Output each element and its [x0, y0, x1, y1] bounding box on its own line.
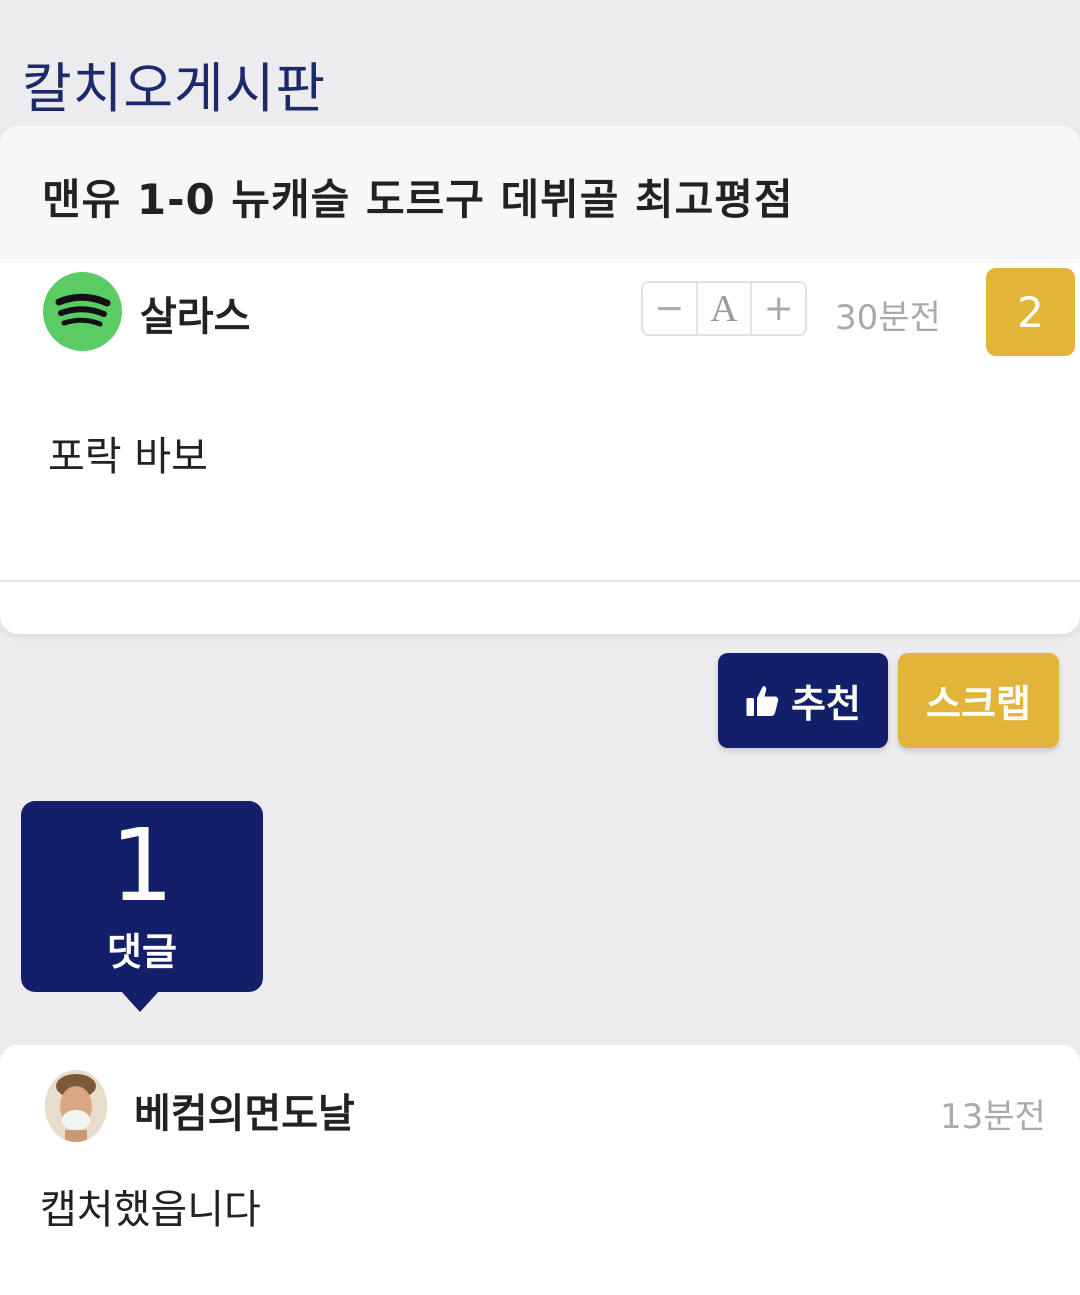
- commenter-photo: [45, 1070, 107, 1142]
- font-decrease-button[interactable]: −: [643, 283, 698, 334]
- post-title: 맨유 1-0 뉴캐슬 도르구 데뷔골 최고평점: [42, 175, 794, 224]
- spotify-logo-svg: [55, 293, 111, 327]
- post-title-bar: 맨유 1-0 뉴캐슬 도르구 데뷔골 최고평점: [0, 126, 1080, 263]
- commenter-avatar[interactable]: [45, 1070, 107, 1142]
- comment-count-label: 댓글: [107, 930, 177, 974]
- comment-text: 캡처했읍니다: [40, 1187, 261, 1233]
- divider: [0, 580, 1080, 582]
- font-reset-button[interactable]: A: [698, 283, 753, 334]
- recommend-count-badge: 2: [986, 268, 1075, 356]
- comment-count: 1: [110, 807, 174, 924]
- scrap-button[interactable]: 스크랩: [898, 653, 1059, 748]
- post-card: 맨유 1-0 뉴캐슬 도르구 데뷔골 최고평점 살라스 − A + 30분전 2…: [0, 126, 1080, 634]
- recommend-button[interactable]: 추천: [718, 653, 888, 748]
- thumbs-up-icon: [745, 683, 781, 719]
- commenter-name[interactable]: 베컴의면도날: [134, 1081, 355, 1139]
- badge-pointer: [120, 990, 160, 1012]
- comment-count-badge: 1 댓글: [21, 801, 263, 1012]
- font-size-controls: − A +: [641, 281, 807, 336]
- font-increase-button[interactable]: +: [752, 283, 805, 334]
- spotify-logo-icon[interactable]: [43, 272, 122, 351]
- author-name[interactable]: 살라스: [140, 284, 250, 342]
- thumbs-up-svg: [746, 685, 779, 716]
- post-body: 포락 바보: [48, 434, 208, 480]
- comment-time: 13분전: [940, 1097, 1046, 1137]
- board-title: 칼치오게시판: [22, 57, 327, 120]
- comment-item: 베컴의면도날 13분전 캡처했읍니다: [0, 1045, 1080, 1295]
- recommend-label: 추천: [791, 682, 861, 726]
- post-time: 30분전: [835, 298, 941, 338]
